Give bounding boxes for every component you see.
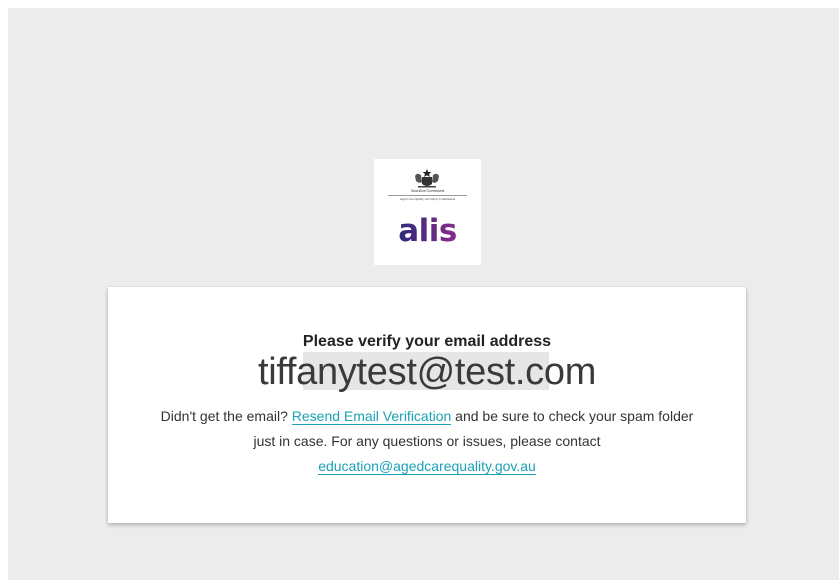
contact-email-link[interactable]: education@agedcarequality.gov.au: [318, 458, 536, 475]
coat-of-arms-icon: [415, 169, 439, 188]
brand-text: alis: [398, 213, 457, 248]
verify-card: Please verify your email address tiffany…: [108, 287, 746, 523]
alis-wordmark: alis: [398, 213, 457, 249]
instructions-text: Didn't get the email? Resend Email Verif…: [148, 404, 706, 479]
logo-box: Australian Government Aged Care Quality …: [374, 159, 481, 265]
logo-divider: [388, 195, 467, 196]
resend-verification-link[interactable]: Resend Email Verification: [291, 408, 452, 425]
email-display: tiffanytest@test.com: [108, 349, 746, 395]
commission-label: Aged Care Quality and Safety Commission: [399, 197, 456, 201]
page-background: Australian Government Aged Care Quality …: [8, 8, 839, 580]
instructions-prefix: Didn't get the email?: [160, 408, 292, 424]
brand-logo: alis: [374, 212, 481, 256]
government-label: Australian Government: [410, 189, 445, 193]
user-email: tiffanytest@test.com: [257, 351, 597, 393]
